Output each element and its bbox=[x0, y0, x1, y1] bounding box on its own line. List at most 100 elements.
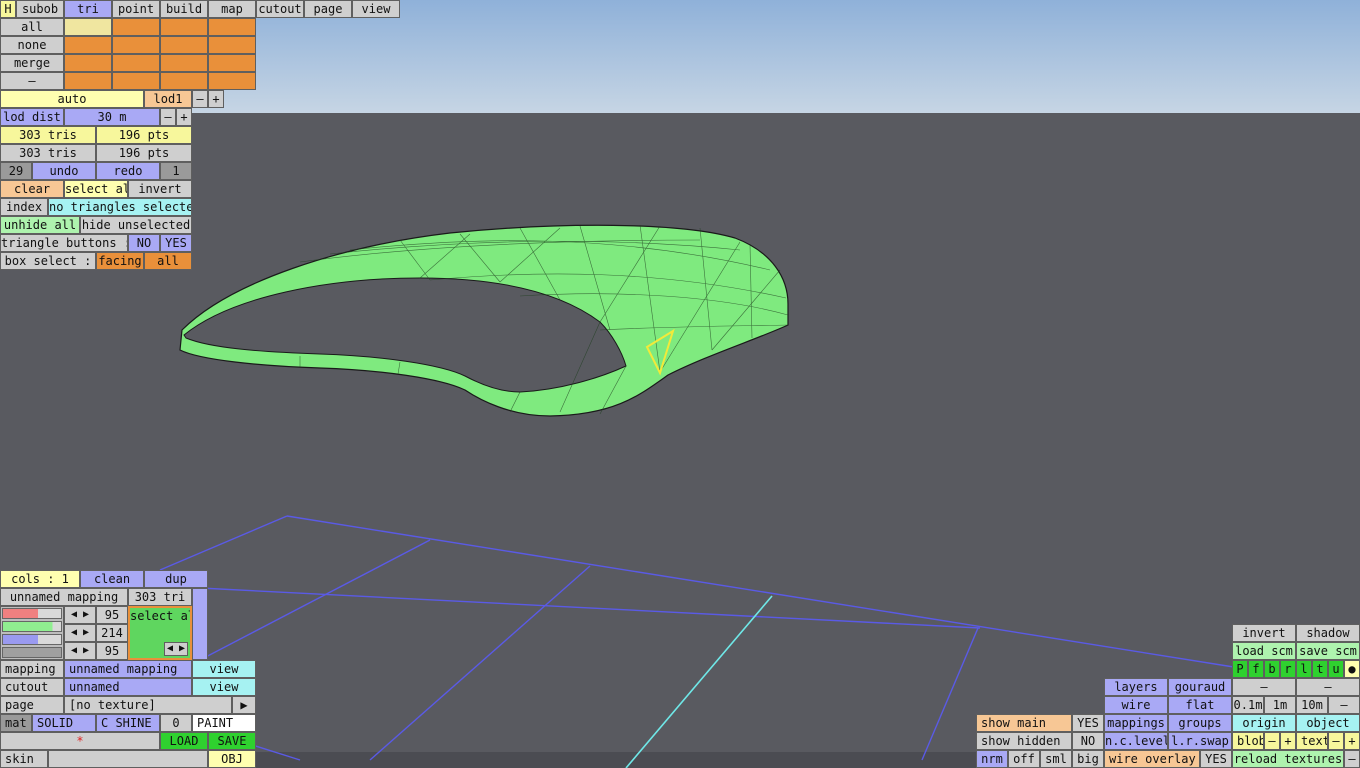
redo-button[interactable]: redo bbox=[96, 162, 160, 180]
unhide-all-button[interactable]: unhide all bbox=[0, 216, 80, 234]
origin-button[interactable]: origin bbox=[1232, 714, 1296, 732]
save-button[interactable]: SAVE bbox=[208, 732, 256, 750]
show-main-toggle[interactable]: show main bbox=[976, 714, 1072, 732]
h-button[interactable]: H bbox=[0, 0, 16, 18]
menu-map[interactable]: map bbox=[208, 0, 256, 18]
show-hidden-value[interactable]: NO bbox=[1072, 732, 1104, 750]
lod-dist-plus[interactable]: + bbox=[176, 108, 192, 126]
group-cell[interactable] bbox=[112, 18, 160, 36]
lod-dist-minus[interactable]: – bbox=[160, 108, 176, 126]
lod-auto-button[interactable]: auto bbox=[0, 90, 144, 108]
color-scrollbar[interactable] bbox=[192, 588, 208, 660]
normals-big-button[interactable]: big bbox=[1072, 750, 1104, 768]
green-arrows[interactable]: ◀ ▶ bbox=[64, 624, 96, 642]
grid-10m-button[interactable]: 10m bbox=[1296, 696, 1328, 714]
red-arrows[interactable]: ◀ ▶ bbox=[64, 606, 96, 624]
clear-button[interactable]: clear bbox=[0, 180, 64, 198]
group-cell[interactable] bbox=[112, 54, 160, 72]
reload-textures-button[interactable]: reload textures bbox=[1232, 750, 1344, 768]
view-flag-b[interactable]: b bbox=[1264, 660, 1280, 678]
menu-point[interactable]: point bbox=[112, 0, 160, 18]
menu-subob[interactable]: subob bbox=[16, 0, 64, 18]
select-all-tris-button[interactable]: select all bbox=[64, 180, 128, 198]
view-flag-u[interactable]: u bbox=[1328, 660, 1344, 678]
mapping-view-button[interactable]: view bbox=[192, 660, 256, 678]
nc-level-button[interactable]: n.c.level bbox=[1104, 732, 1168, 750]
load-button[interactable]: LOAD bbox=[160, 732, 208, 750]
view-flag-t[interactable]: t bbox=[1312, 660, 1328, 678]
flat-button[interactable]: flat bbox=[1168, 696, 1232, 714]
layers-button[interactable]: layers bbox=[1104, 678, 1168, 696]
menu-build[interactable]: build bbox=[160, 0, 208, 18]
reload-textures-minus[interactable]: – bbox=[1344, 750, 1360, 768]
cols-button[interactable]: cols : 1 bbox=[0, 570, 80, 588]
alpha-slider[interactable] bbox=[2, 647, 62, 658]
group-cell[interactable] bbox=[64, 72, 112, 90]
blob-minus-button[interactable]: – bbox=[1264, 732, 1280, 750]
lod-minus-button[interactable]: – bbox=[192, 90, 208, 108]
group-cell[interactable] bbox=[112, 36, 160, 54]
group-cell[interactable] bbox=[64, 18, 112, 36]
text-plus-button[interactable]: + bbox=[1344, 732, 1360, 750]
red-slider[interactable] bbox=[2, 608, 62, 619]
box-select-all[interactable]: all bbox=[144, 252, 192, 270]
menu-tri[interactable]: tri bbox=[64, 0, 112, 18]
load-scm-button[interactable]: load scm bbox=[1232, 642, 1296, 660]
hide-unselected-button[interactable]: hide unselected bbox=[80, 216, 192, 234]
group-cell[interactable] bbox=[208, 18, 256, 36]
wire-button[interactable]: wire bbox=[1104, 696, 1168, 714]
group-cell[interactable] bbox=[160, 72, 208, 90]
triangle-buttons-yes[interactable]: YES bbox=[160, 234, 192, 252]
show-main-value[interactable]: YES bbox=[1072, 714, 1104, 732]
shadow-button[interactable]: shadow bbox=[1296, 624, 1360, 642]
menu-page[interactable]: page bbox=[304, 0, 352, 18]
group-cell[interactable] bbox=[208, 72, 256, 90]
blob-plus-button[interactable]: + bbox=[1280, 732, 1296, 750]
invert-view-button[interactable]: invert bbox=[1232, 624, 1296, 642]
swatch-arrows[interactable]: ◀ ▶ bbox=[163, 642, 188, 656]
c-shine-button[interactable]: C SHINE bbox=[96, 714, 160, 732]
view-flag-dot[interactable]: ● bbox=[1344, 660, 1360, 678]
group-cell[interactable] bbox=[64, 54, 112, 72]
group-cell[interactable] bbox=[160, 54, 208, 72]
view-flag-l[interactable]: l bbox=[1296, 660, 1312, 678]
cutout-select[interactable]: unnamed bbox=[64, 678, 192, 696]
show-hidden-toggle[interactable]: show hidden bbox=[976, 732, 1072, 750]
dash-button[interactable]: – bbox=[0, 72, 64, 90]
grid-0-1m-button[interactable]: 0.1m bbox=[1232, 696, 1264, 714]
paint-button[interactable]: PAINT bbox=[192, 714, 256, 732]
mappings-button[interactable]: mappings bbox=[1104, 714, 1168, 732]
group-cell[interactable] bbox=[112, 72, 160, 90]
grid-dash-button[interactable]: – bbox=[1232, 678, 1296, 696]
cutout-view-button[interactable]: view bbox=[192, 678, 256, 696]
undo-button[interactable]: undo bbox=[32, 162, 96, 180]
view-flag-f[interactable]: f bbox=[1248, 660, 1264, 678]
index-button[interactable]: index bbox=[0, 198, 48, 216]
group-cell[interactable] bbox=[208, 36, 256, 54]
box-select-facing[interactable]: facing bbox=[96, 252, 144, 270]
gouraud-button[interactable]: gouraud bbox=[1168, 678, 1232, 696]
triangle-buttons-no[interactable]: NO bbox=[128, 234, 160, 252]
grid-dash-button-2[interactable]: – bbox=[1296, 678, 1360, 696]
page-select[interactable]: [no texture] bbox=[64, 696, 232, 714]
blue-slider[interactable] bbox=[2, 634, 62, 645]
group-cell[interactable] bbox=[160, 18, 208, 36]
clean-button[interactable]: clean bbox=[80, 570, 144, 588]
obj-button[interactable]: OBJ bbox=[208, 750, 256, 768]
dup-button[interactable]: dup bbox=[144, 570, 208, 588]
menu-cutout[interactable]: cutout bbox=[256, 0, 304, 18]
groups-button[interactable]: groups bbox=[1168, 714, 1232, 732]
group-cell[interactable] bbox=[64, 36, 112, 54]
lod1-button[interactable]: lod1 bbox=[144, 90, 192, 108]
green-slider[interactable] bbox=[2, 621, 62, 632]
grid-1m-button[interactable]: 1m bbox=[1264, 696, 1296, 714]
mapping-select[interactable]: unnamed mapping bbox=[64, 660, 192, 678]
text-minus-button[interactable]: – bbox=[1328, 732, 1344, 750]
grid-minus-button[interactable]: – bbox=[1328, 696, 1360, 714]
page-arrow-button[interactable]: ▶ bbox=[232, 696, 256, 714]
view-flag-p[interactable]: P bbox=[1232, 660, 1248, 678]
menu-view[interactable]: view bbox=[352, 0, 400, 18]
select-all-button[interactable]: all bbox=[0, 18, 64, 36]
save-scm-button[interactable]: save scm bbox=[1296, 642, 1360, 660]
swatch-select-all[interactable]: select all bbox=[130, 608, 190, 623]
